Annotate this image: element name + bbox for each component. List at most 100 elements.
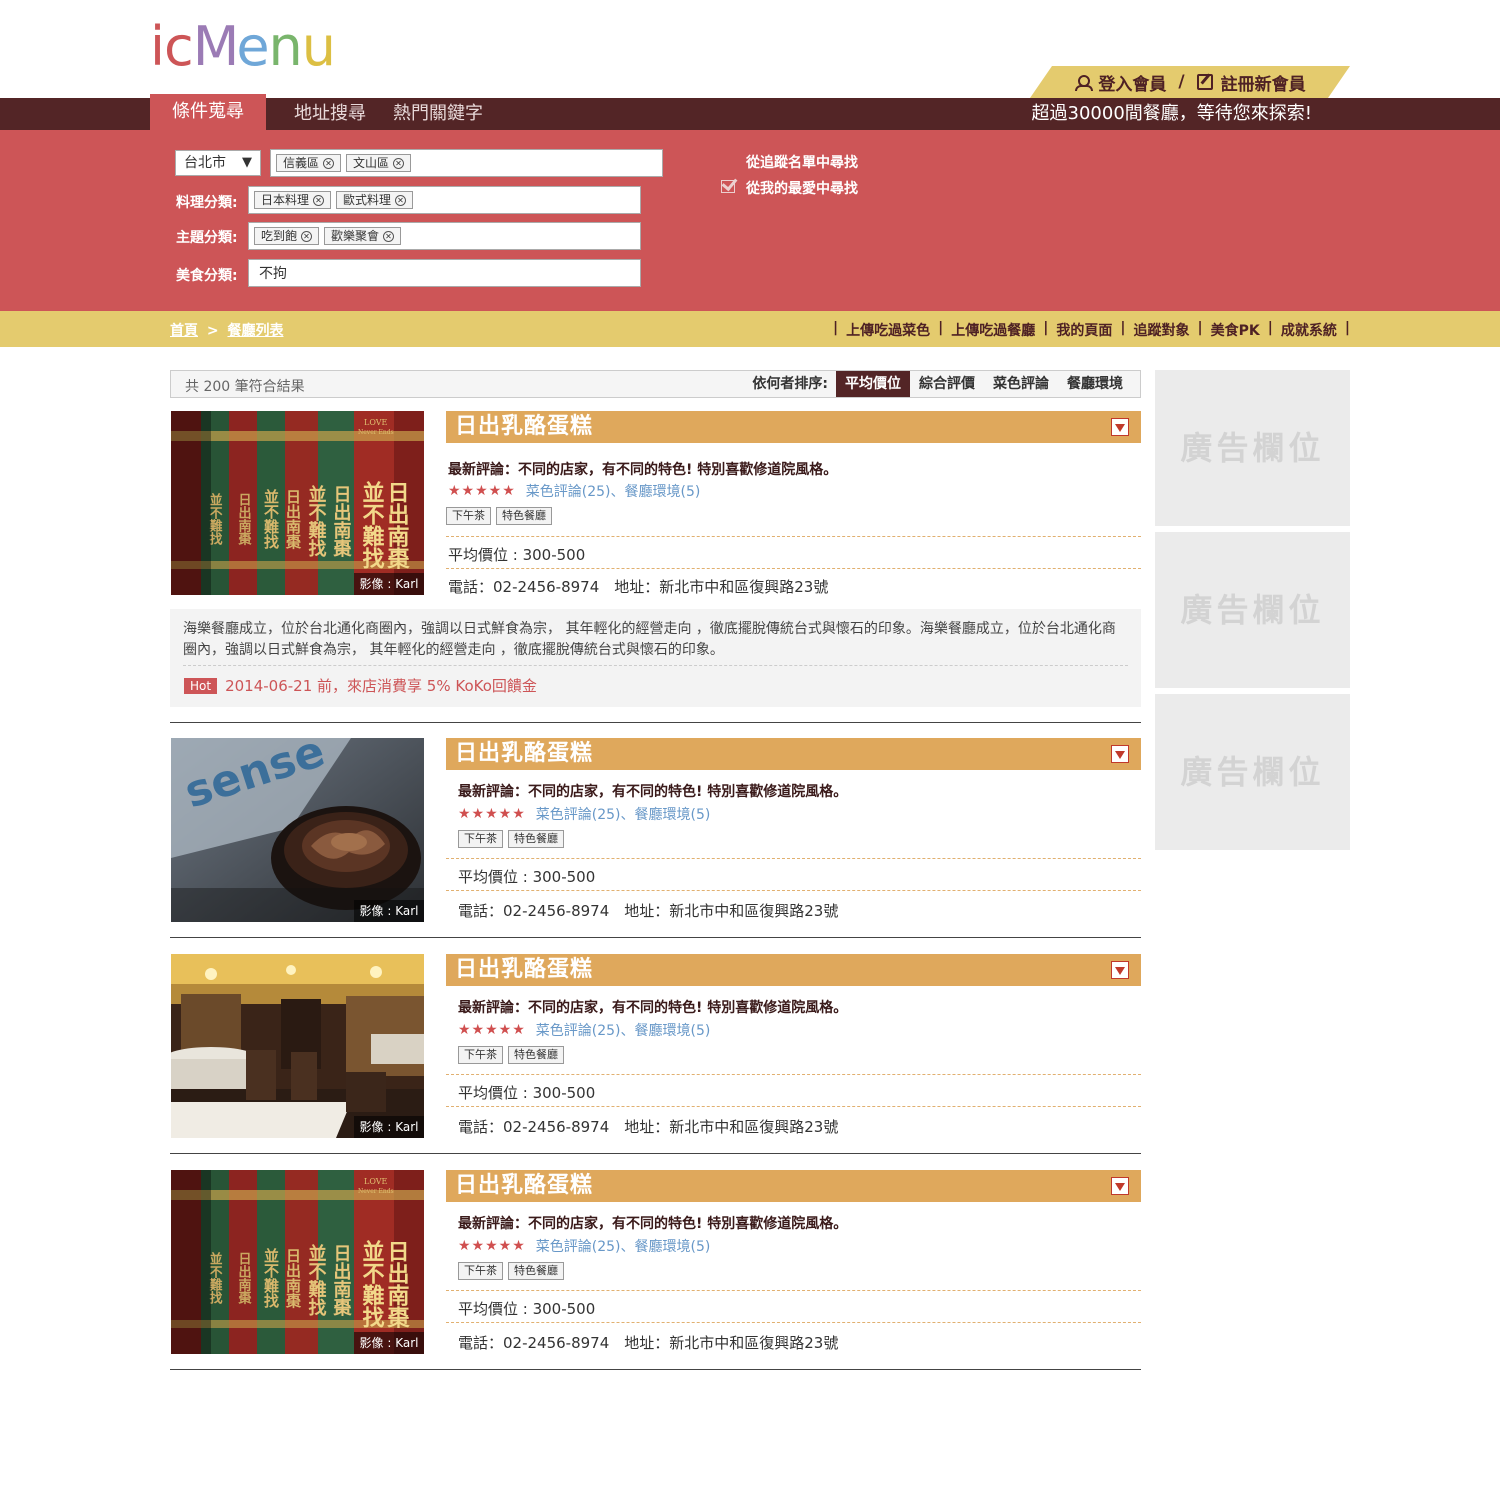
contact-info: 電話：02-2456-8974 地址：新北市中和區復興路23號 [458, 1118, 839, 1136]
latest-review: 最新評論：不同的店家，有不同的特色! 特別喜歡修道院風格。 [448, 462, 838, 478]
divider [446, 568, 1141, 569]
search-tracked-option[interactable]: 從追蹤名單中尋找 [746, 152, 858, 172]
cuisine-field[interactable]: 日本料理 ✕ 歐式料理 ✕ [248, 186, 641, 214]
rating-row: ★★★★★ 菜色評論(25)、餐廳環境(5) [448, 481, 700, 501]
restaurant-photo[interactable]: LOVE Never Ends 日出南棗 並不難找 日出南棗 並不難找 日出南棗… [171, 1170, 424, 1354]
star-rating-icon: ★★★★★ [448, 483, 516, 499]
remove-chip-icon[interactable]: ✕ [323, 157, 335, 169]
sort-avg-price[interactable]: 平均價位 [836, 371, 910, 397]
register-link[interactable]: 註冊新會員 [1221, 70, 1306, 95]
restaurant-photo[interactable]: LOVE Never Ends 日出南棗 並不難找 日出南棗 並不難找 日出南棗… [171, 411, 424, 595]
ad-slot[interactable]: 廣告欄位 [1155, 532, 1350, 688]
site-logo[interactable]: icMenu [150, 15, 336, 78]
ad-slot[interactable]: 廣告欄位 [1155, 370, 1350, 526]
tab-hot-keywords[interactable]: 熱門關鍵字 [393, 98, 483, 130]
review-links[interactable]: 菜色評論(25)、餐廳環境(5) [526, 481, 701, 501]
restaurant-title-bar[interactable]: 日出乳酪蛋糕 [446, 411, 1141, 443]
divider [446, 536, 1141, 537]
remove-chip-icon[interactable]: ✕ [313, 194, 325, 206]
tag[interactable]: 特色餐廳 [496, 507, 552, 525]
book-spine-text: 並不難找 [359, 1239, 385, 1328]
book-sub-text: Never Ends [358, 429, 394, 436]
tag[interactable]: 下午茶 [446, 507, 491, 525]
district-chip[interactable]: 文山區 ✕ [346, 154, 412, 172]
tab-address-search[interactable]: 地址搜尋 [294, 98, 366, 130]
promo[interactable]: Hot 2014-06-21 前，來店消費享 5% KoKo回饋金 [184, 675, 537, 696]
theme-chip[interactable]: 吃到飽 ✕ [254, 227, 320, 245]
tab-condition-search[interactable]: 條件蒐尋 [150, 94, 266, 130]
restaurant-title-bar[interactable]: 日出乳酪蛋糕 [446, 738, 1141, 770]
restaurant-card: 影像 : Karl 日出乳酪蛋糕 最新評論：不同的店家，有不同的特色! 特別喜歡… [170, 954, 1141, 1144]
divider: | [1120, 320, 1126, 336]
food-value: 不拘 [259, 266, 287, 282]
link-my-page[interactable]: 我的頁面 [1056, 320, 1112, 340]
restaurant-title-bar[interactable]: 日出乳酪蛋糕 [446, 1170, 1141, 1202]
remove-chip-icon[interactable]: ✕ [301, 230, 313, 242]
book-spine-text: 並不難找 [262, 488, 280, 550]
breadcrumb-current[interactable]: 餐廳列表 [227, 323, 283, 339]
breadcrumb-home[interactable]: 首頁 [170, 323, 198, 339]
remove-chip-icon[interactable]: ✕ [395, 194, 407, 206]
restaurant-name[interactable]: 日出乳酪蛋糕 [455, 411, 593, 443]
divider [446, 890, 1141, 891]
restaurant-photo[interactable]: sense 影像 : Karl [171, 738, 424, 922]
restaurant-name[interactable]: 日出乳酪蛋糕 [455, 738, 593, 770]
link-food-pk[interactable]: 美食PK [1211, 320, 1260, 340]
sort-dish-review[interactable]: 菜色評論 [984, 371, 1058, 397]
tag[interactable]: 下午茶 [458, 1262, 503, 1280]
link-upload-dish[interactable]: 上傳吃過菜色 [846, 320, 930, 340]
food-field[interactable]: 不拘 [248, 259, 641, 287]
sort-overall[interactable]: 綜合評價 [910, 371, 984, 397]
logo-letter: n [268, 15, 303, 78]
login-link[interactable]: 登入會員 [1098, 70, 1166, 95]
book-spine-text: 並不難找 [306, 484, 327, 558]
expand-arrow-icon[interactable] [1111, 961, 1129, 979]
hot-badge: Hot [184, 677, 218, 694]
avg-price: 平均價位 : 300-500 [458, 1084, 596, 1102]
dropdown-arrow-icon: ▼ [242, 155, 252, 170]
ad-slot[interactable]: 廣告欄位 [1155, 694, 1350, 850]
remove-chip-icon[interactable]: ✕ [393, 157, 405, 169]
cuisine-chip[interactable]: 歐式料理 ✕ [336, 191, 414, 209]
review-links[interactable]: 菜色評論(25)、餐廳環境(5) [536, 1020, 711, 1040]
tag[interactable]: 特色餐廳 [508, 1262, 564, 1280]
review-links[interactable]: 菜色評論(25)、餐廳環境(5) [536, 1236, 711, 1256]
logo-letter: u [301, 15, 336, 78]
restaurant-title-bar[interactable]: 日出乳酪蛋糕 [446, 954, 1141, 986]
expand-arrow-icon[interactable] [1111, 1177, 1129, 1195]
expand-arrow-icon[interactable] [1111, 745, 1129, 763]
theme-chip[interactable]: 歡樂聚會 ✕ [324, 227, 402, 245]
tag[interactable]: 下午茶 [458, 1046, 503, 1064]
star-rating-icon: ★★★★★ [458, 1238, 526, 1254]
chip-label: 歡樂聚會 [331, 229, 380, 243]
card-separator [170, 1369, 1141, 1370]
tag[interactable]: 特色餐廳 [508, 1046, 564, 1064]
search-favorites-option[interactable]: 從我的最愛中尋找 [746, 178, 858, 198]
review-links[interactable]: 菜色評論(25)、餐廳環境(5) [536, 804, 711, 824]
book-spine-text: 日出南棗 [284, 1248, 302, 1309]
link-following[interactable]: 追蹤對象 [1134, 320, 1190, 340]
restaurant-photo[interactable]: 影像 : Karl [171, 954, 424, 1138]
restaurant-name[interactable]: 日出乳酪蛋糕 [455, 1170, 593, 1202]
remove-chip-icon[interactable]: ✕ [383, 230, 395, 242]
logo-letter: M [192, 15, 240, 78]
restaurant-name[interactable]: 日出乳酪蛋糕 [455, 954, 593, 986]
link-achievements[interactable]: 成就系統 [1281, 320, 1337, 340]
city-select-value: 台北市 [184, 155, 226, 171]
theme-field[interactable]: 吃到飽 ✕ 歡樂聚會 ✕ [248, 222, 641, 250]
logo-letter: i [150, 15, 165, 78]
cuisine-chip[interactable]: 日本料理 ✕ [254, 191, 332, 209]
book-spine-text: 日出南棗 [384, 481, 411, 570]
divider [446, 1106, 1141, 1107]
checkbox-checked-icon[interactable] [720, 176, 738, 193]
expand-arrow-icon[interactable] [1111, 418, 1129, 436]
city-select[interactable]: 台北市 ▼ [175, 150, 261, 176]
link-upload-restaurant[interactable]: 上傳吃過餐廳 [951, 320, 1035, 340]
sort-environment[interactable]: 餐廳環境 [1058, 371, 1132, 397]
promo-text[interactable]: 2014-06-21 前，來店消費享 5% KoKo回饋金 [225, 675, 537, 696]
district-field[interactable]: 信義區 ✕ 文山區 ✕ [270, 149, 663, 177]
tag[interactable]: 下午茶 [458, 830, 503, 848]
district-chip[interactable]: 信義區 ✕ [276, 154, 342, 172]
tag[interactable]: 特色餐廳 [508, 830, 564, 848]
book-spine-text: 日出南棗 [236, 493, 253, 546]
